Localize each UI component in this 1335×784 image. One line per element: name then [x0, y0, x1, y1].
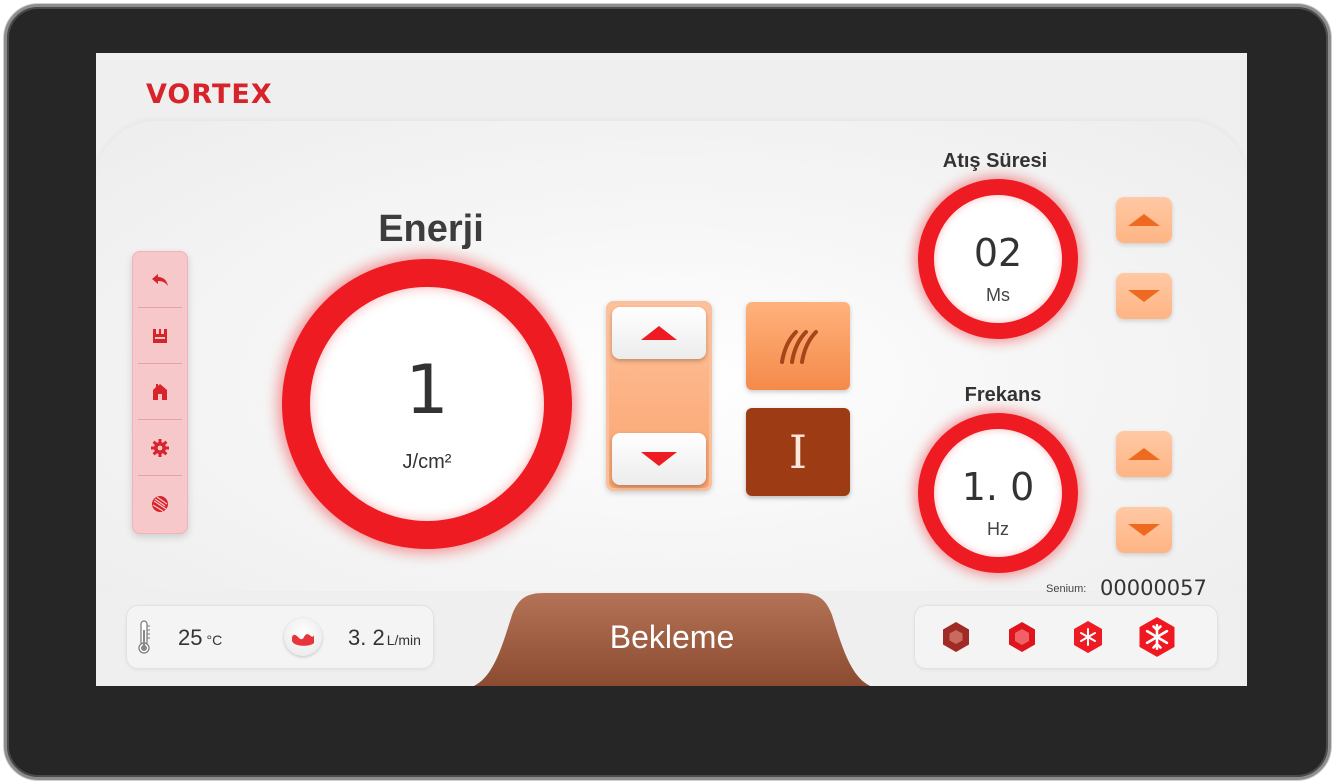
energy-stepper	[606, 301, 712, 491]
brand-logo: VORTEX	[146, 79, 273, 110]
cooling-level-1-button[interactable]	[938, 619, 974, 655]
cooling-level-4-button[interactable]	[1136, 616, 1178, 658]
language-button[interactable]	[138, 481, 182, 527]
arrow-down-icon	[641, 452, 677, 466]
save-icon	[153, 329, 167, 343]
arrow-down-icon	[1128, 524, 1160, 536]
arrow-up-icon	[1128, 448, 1160, 460]
heat-waves-icon	[780, 330, 818, 364]
pulse-duration-unit: Ms	[986, 285, 1010, 305]
pulse-duration-value: 02	[973, 231, 1023, 275]
serial-value: 00000057	[1100, 576, 1207, 600]
status-text: Bekleme	[609, 619, 735, 655]
frequency-value: 1. 0	[961, 465, 1035, 509]
arrow-down-icon	[1128, 290, 1160, 302]
heat-mode-button[interactable]	[746, 302, 850, 390]
water-flow-icon	[284, 618, 322, 656]
sensor-status-panel: 25 °C 3. 2 L/min	[126, 605, 434, 669]
save-button[interactable]	[138, 313, 182, 359]
cooling-level-panel	[914, 605, 1218, 669]
home-button[interactable]	[138, 369, 182, 415]
flow-readout: 3. 2 L/min	[348, 625, 421, 651]
flow-value: 3. 2	[348, 625, 385, 650]
energy-title: Enerji	[378, 208, 484, 250]
cooling-level-2-button[interactable]	[1004, 619, 1040, 655]
arrow-up-icon	[641, 326, 677, 340]
home-icon	[153, 384, 167, 400]
frequency-unit: Hz	[987, 519, 1009, 539]
energy-increase-button[interactable]	[612, 307, 706, 359]
gear-icon	[151, 439, 169, 457]
screen: VORTEX Enerji 1 J/cm² I Atış Süresi 02 M…	[96, 53, 1247, 686]
frequency-increase-button[interactable]	[1116, 431, 1172, 477]
energy-decrease-button[interactable]	[612, 433, 706, 485]
side-menu	[132, 251, 188, 534]
single-shot-mode-button[interactable]: I	[746, 408, 850, 496]
back-button[interactable]	[138, 257, 182, 303]
energy-value: 1	[405, 351, 449, 430]
settings-button[interactable]	[138, 425, 182, 471]
pulse-duration-increase-button[interactable]	[1116, 197, 1172, 243]
temperature-value: 25	[178, 625, 203, 650]
back-arrow-icon	[152, 274, 168, 286]
arrow-up-icon	[1128, 214, 1160, 226]
pulse-duration-title: Atış Süresi	[942, 150, 1048, 172]
frequency-decrease-button[interactable]	[1116, 507, 1172, 553]
status-bar: Bekleme	[460, 593, 884, 686]
temperature-unit: °C	[206, 632, 223, 648]
globe-icon	[152, 496, 168, 512]
single-shot-label: I	[788, 425, 808, 479]
flow-unit: L/min	[386, 632, 421, 648]
cooling-level-3-button[interactable]	[1070, 619, 1106, 655]
serial-label: Senium:	[1046, 583, 1087, 595]
energy-unit: J/cm²	[402, 451, 452, 473]
temperature-readout: 25 °C	[178, 625, 222, 651]
pulse-duration-decrease-button[interactable]	[1116, 273, 1172, 319]
frequency-title: Frekans	[964, 384, 1042, 406]
thermometer-icon	[138, 620, 150, 654]
